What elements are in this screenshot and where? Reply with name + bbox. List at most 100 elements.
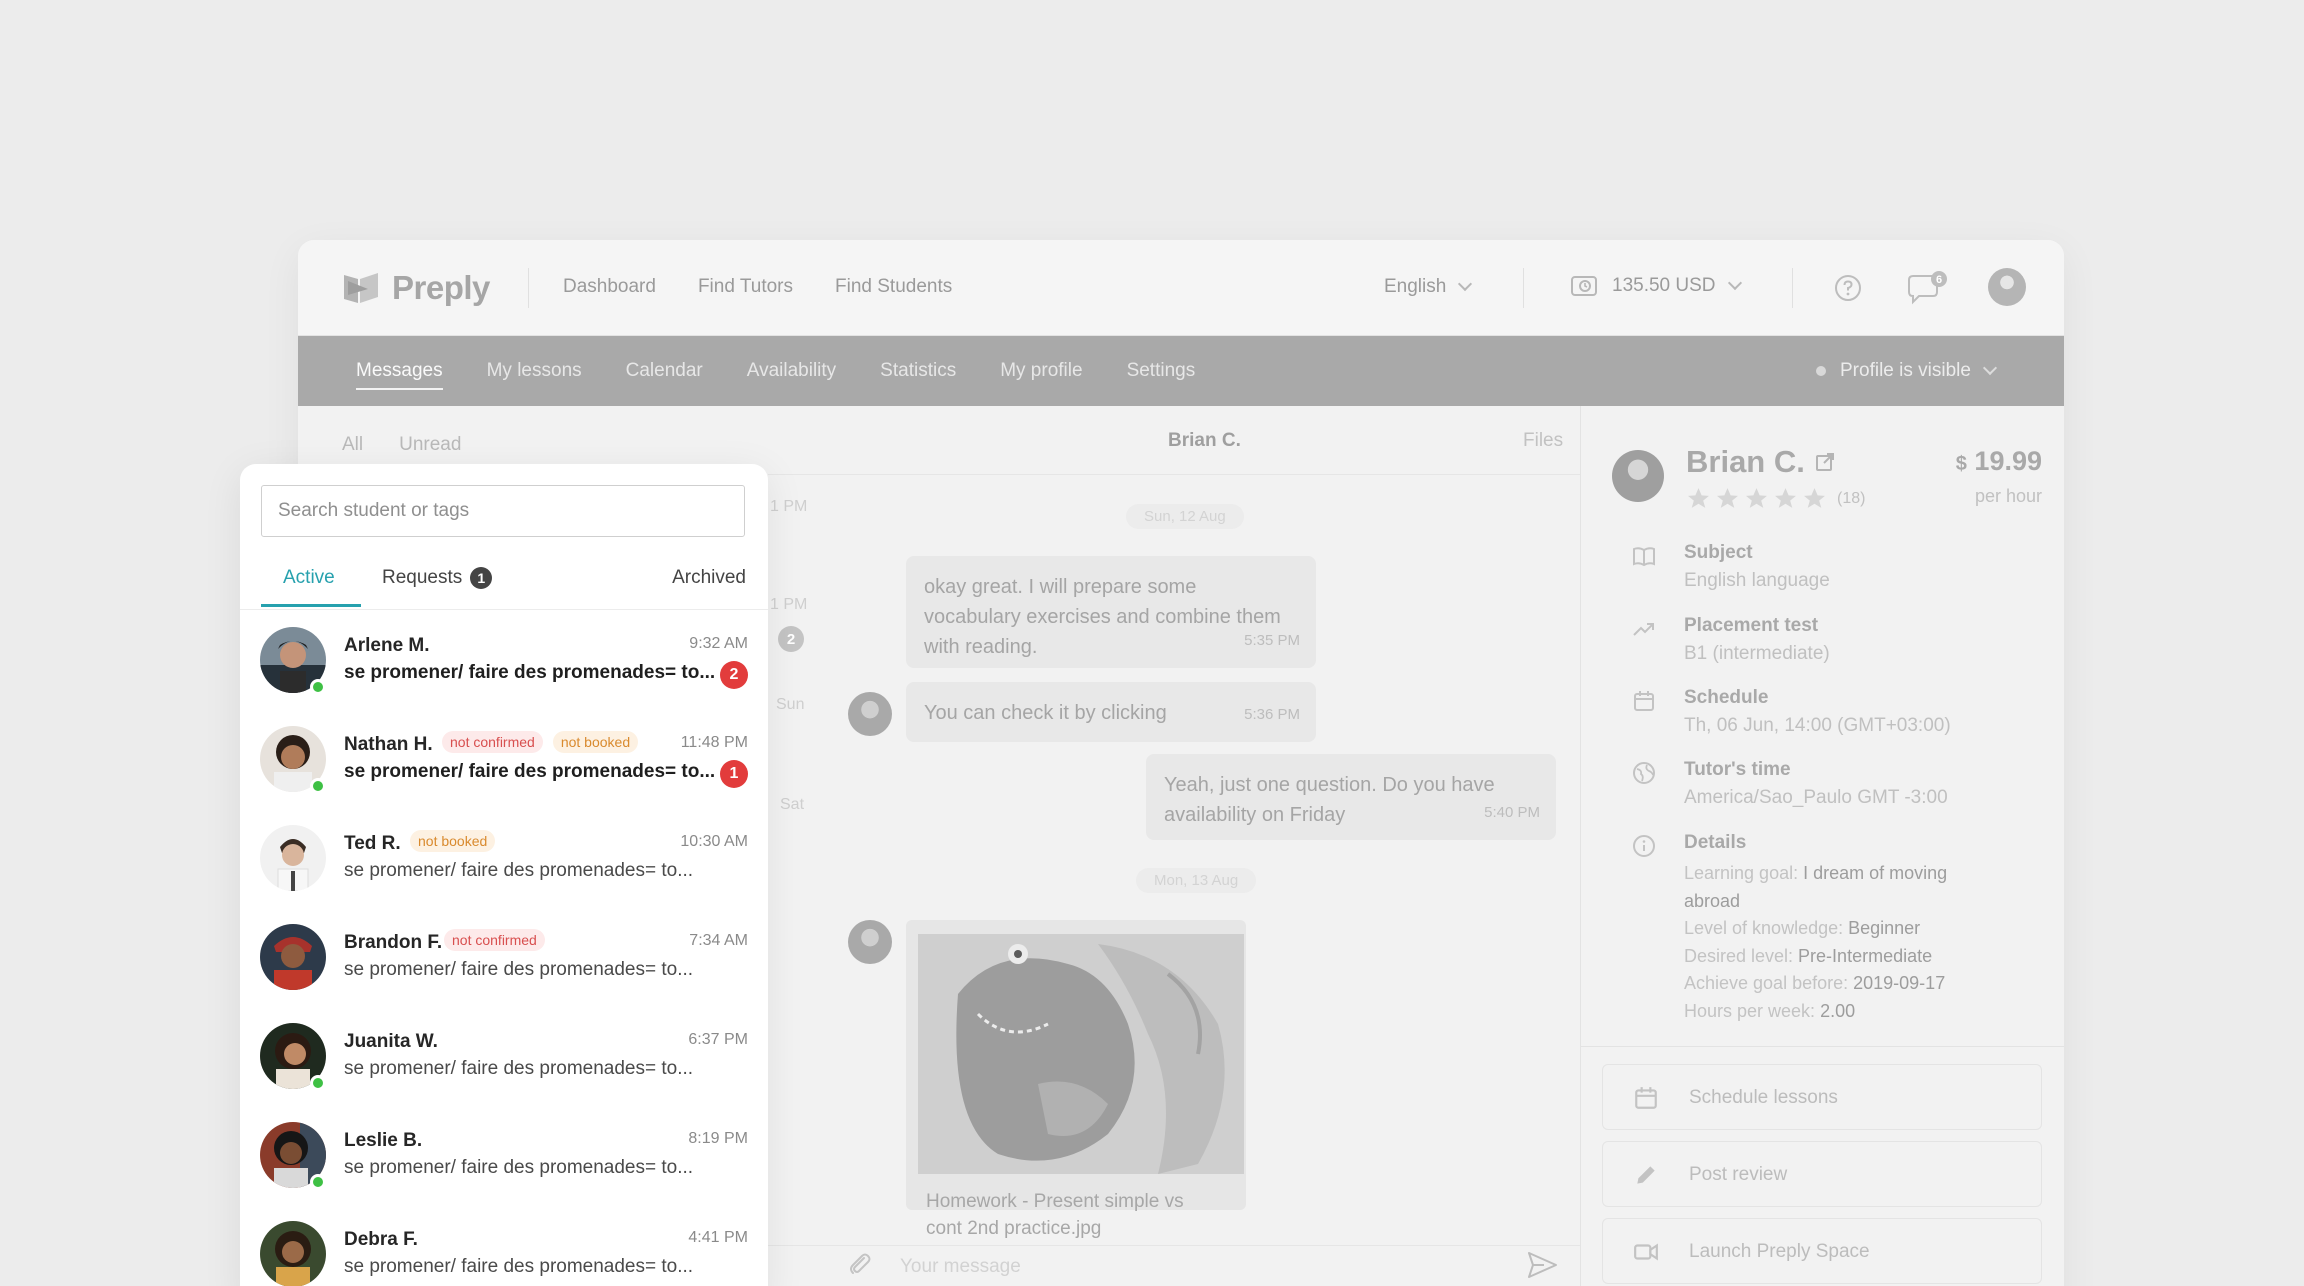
student-row[interactable]: Debra F. 4:41 PM se promener/ faire des … <box>240 1205 768 1286</box>
nav-find-tutors[interactable]: Find Tutors <box>698 276 793 298</box>
filter-all[interactable]: All <box>342 434 363 456</box>
unread-count-badge: 1 <box>720 760 748 788</box>
divider <box>1580 406 1581 1286</box>
tab-my-profile[interactable]: My profile <box>1000 360 1082 382</box>
requests-count-badge: 1 <box>470 567 493 589</box>
tutor-avatar <box>848 920 892 964</box>
message-time: 10:30 AM <box>680 833 748 850</box>
attachment-thumbnail <box>918 934 1244 1174</box>
student-name: Nathan H. <box>344 734 433 755</box>
online-indicator <box>310 778 326 794</box>
attachment-image[interactable] <box>918 934 1244 1174</box>
attachment-name[interactable]: Homework - Present simple vs cont 2nd pr… <box>926 1188 1184 1242</box>
status-dot <box>1816 366 1826 376</box>
student-row[interactable]: Arlene M. 9:32 AM se promener/ faire des… <box>240 611 768 710</box>
divider <box>1523 268 1524 308</box>
tab-archived[interactable]: Archived <box>672 560 746 596</box>
top-nav: Dashboard Find Tutors Find Students <box>563 276 952 298</box>
filter-unread[interactable]: Unread <box>399 434 461 456</box>
user-avatar[interactable] <box>1988 268 2026 306</box>
student-row[interactable]: Juanita W. 6:37 PM se promener/ faire de… <box>240 1007 768 1106</box>
avatar <box>260 825 326 891</box>
tag-group: not booked <box>410 830 496 852</box>
message-time: 4:41 PM <box>688 1229 748 1246</box>
learning-details: Learning goal: I dream of moving abroad … <box>1684 863 1948 1021</box>
preply-logo[interactable]: Preply <box>342 268 490 308</box>
language-selector[interactable]: English <box>1384 276 1473 298</box>
chevron-down-icon <box>1458 276 1473 292</box>
message-bubble: okay great. I will prepare some vocabula… <box>906 556 1316 668</box>
list-time-fragment: 1 PM <box>770 596 808 613</box>
tab-statistics[interactable]: Statistics <box>880 360 956 382</box>
online-indicator <box>310 679 326 695</box>
profile-visibility-toggle[interactable]: Profile is visible <box>1816 360 1998 382</box>
tag-group: not confirmed not booked <box>442 731 639 753</box>
avatar <box>260 924 326 990</box>
message-time: 5:35 PM <box>1244 632 1300 649</box>
tab-messages[interactable]: Messages <box>356 360 443 390</box>
schedule-lessons-button[interactable]: Schedule lessons <box>1602 1064 2042 1130</box>
help-icon[interactable] <box>1834 274 1862 302</box>
list-time-fragment: 1 PM <box>770 498 808 515</box>
student-name: Debra F. <box>344 1229 418 1250</box>
message-bubble-own: Yeah, just one question. Do you have ava… <box>1146 754 1556 840</box>
tag-group: not confirmed <box>444 929 545 951</box>
divider <box>1580 1046 2064 1047</box>
tab-my-lessons[interactable]: My lessons <box>487 360 582 382</box>
launch-preply-space-button[interactable]: Launch Preply Space <box>1602 1218 2042 1284</box>
search-input[interactable] <box>262 486 744 536</box>
star-icon <box>1775 488 1796 508</box>
student-row[interactable]: Brandon F. not confirmed 7:34 AM se prom… <box>240 908 768 1007</box>
star-icon <box>1746 488 1767 508</box>
chevron-down-icon <box>1727 275 1742 291</box>
student-name: Leslie B. <box>344 1130 423 1151</box>
tab-calendar[interactable]: Calendar <box>626 360 703 382</box>
paperclip-icon[interactable] <box>846 1250 874 1278</box>
tab-requests[interactable]: Requests 1 <box>382 560 493 596</box>
pencil-icon <box>1637 1166 1655 1184</box>
unread-count-badge: 2 <box>720 661 748 689</box>
message-preview: se promener/ faire des promenades= to... <box>344 1058 694 1079</box>
send-icon[interactable] <box>1526 1250 1558 1280</box>
message-preview: se promener/ faire des promenades= to... <box>344 860 694 881</box>
post-review-button[interactable]: Post review <box>1602 1141 2042 1207</box>
info-icon <box>1633 835 1655 857</box>
tab-availability[interactable]: Availability <box>747 360 836 382</box>
day-separator: Mon, 13 Aug <box>1136 868 1257 893</box>
student-row[interactable]: Ted R. not booked 10:30 AM se promener/ … <box>240 809 768 908</box>
book-icon <box>1633 547 1655 567</box>
messages-icon[interactable]: 6 <box>1906 270 1950 306</box>
message-input[interactable]: Your message <box>900 1256 1021 1278</box>
student-name: Arlene M. <box>344 635 430 656</box>
tab-active[interactable]: Active <box>283 560 335 596</box>
student-name: Ted R. <box>344 833 401 854</box>
message-text: Yeah, just one question. Do you have ava… <box>1164 774 1495 826</box>
divider <box>528 268 529 308</box>
globe-icon <box>1633 762 1655 784</box>
wallet-icon <box>1571 276 1597 296</box>
message-time: 7:34 AM <box>689 932 748 949</box>
star-icon <box>1804 488 1825 508</box>
rating-count: (18) <box>1837 489 1866 507</box>
calendar-icon <box>1634 691 1654 711</box>
attachment-card[interactable]: Homework - Present simple vs cont 2nd pr… <box>906 920 1246 1239</box>
message-count: 6 <box>1936 274 1942 286</box>
search-field[interactable] <box>261 485 745 537</box>
message-filters: All Unread <box>342 434 461 456</box>
list-unread-badge: 2 <box>778 626 804 652</box>
tutor-name-link[interactable]: Brian C. <box>1686 444 1835 480</box>
message-preview: se promener/ faire des promenades= to... <box>344 761 716 782</box>
wallet-balance[interactable]: 135.50 USD <box>1570 274 1742 298</box>
brand-name: Preply <box>392 269 490 306</box>
files-link[interactable]: Files <box>1523 430 1563 452</box>
rating-stars: (18) <box>1686 486 1865 511</box>
preply-logo-icon <box>344 273 378 303</box>
message-text: You can check it by clicking <box>924 702 1167 724</box>
nav-find-students[interactable]: Find Students <box>835 276 952 298</box>
student-row[interactable]: Leslie B. 8:19 PM se promener/ faire des… <box>240 1106 768 1205</box>
tag-not-booked: not booked <box>410 830 496 852</box>
tab-settings[interactable]: Settings <box>1127 360 1196 382</box>
student-row[interactable]: Nathan H. not confirmed not booked 11:48… <box>240 710 768 809</box>
nav-dashboard[interactable]: Dashboard <box>563 276 656 298</box>
active-tab-indicator <box>261 604 361 607</box>
